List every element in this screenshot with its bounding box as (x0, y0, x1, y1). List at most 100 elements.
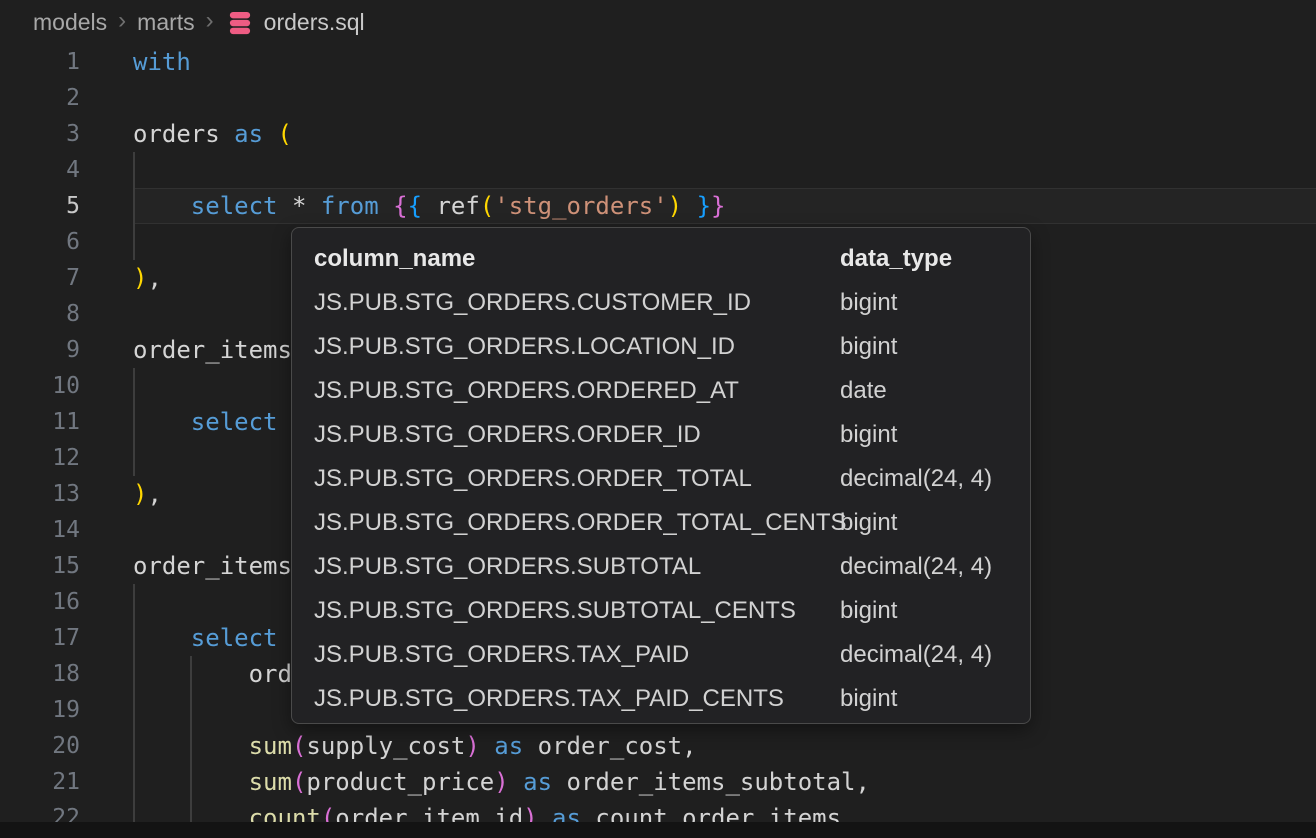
line-number[interactable]: 9 (0, 332, 80, 368)
popup-table-body: JS.PUB.STG_ORDERS.CUSTOMER_IDbigintJS.PU… (292, 281, 1030, 721)
code-token: 'stg_orders' (494, 192, 667, 220)
code-token: order_items (133, 336, 292, 364)
code-token: orders (133, 120, 220, 148)
code-line[interactable]: ), (133, 476, 162, 512)
table-row: JS.PUB.STG_ORDERS.TAX_PAIDdecimal(24, 4) (292, 633, 1030, 677)
data-type-cell: decimal(24, 4) (840, 633, 1030, 677)
code-token (263, 120, 277, 148)
code-token: ) (133, 264, 147, 292)
code-line[interactable]: sum(product_price) as order_items_subtot… (133, 764, 870, 800)
code-token (509, 768, 523, 796)
code-token: , (856, 768, 870, 796)
code-token (133, 192, 191, 220)
line-number[interactable]: 3 (0, 116, 80, 152)
line-number[interactable]: 15 (0, 548, 80, 584)
code-line[interactable]: sum(supply_cost) as order_cost, (133, 728, 697, 764)
table-row: JS.PUB.STG_ORDERS.TAX_PAID_CENTSbigint (292, 677, 1030, 721)
column-name-cell: JS.PUB.STG_ORDERS.CUSTOMER_ID (314, 281, 840, 325)
column-info-popup: column_name data_type JS.PUB.STG_ORDERS.… (291, 227, 1031, 724)
code-token: ) (668, 192, 682, 220)
line-number[interactable]: 13 (0, 476, 80, 512)
code-token: order_items (133, 552, 292, 580)
code-token (133, 408, 191, 436)
code-token: , (147, 264, 161, 292)
line-number[interactable]: 19 (0, 692, 80, 728)
code-line[interactable]: ), (133, 260, 162, 296)
data-type-header: data_type (840, 237, 1030, 281)
code-line[interactable]: select (133, 404, 278, 440)
data-type-cell: bigint (840, 281, 1030, 325)
code-token: select (191, 624, 278, 652)
column-name-cell: JS.PUB.STG_ORDERS.ORDER_TOTAL_CENTS (314, 501, 840, 545)
code-token: product_price (306, 768, 494, 796)
popup-table-header: column_name data_type (292, 237, 1030, 281)
code-token: , (147, 480, 161, 508)
code-token (133, 624, 191, 652)
table-row: JS.PUB.STG_ORDERS.ORDERED_ATdate (292, 369, 1030, 413)
indent-guide (133, 584, 135, 822)
breadcrumb-item-models[interactable]: models (33, 9, 107, 36)
table-row: JS.PUB.STG_ORDERS.SUBTOTAL_CENTSbigint (292, 589, 1030, 633)
line-number[interactable]: 12 (0, 440, 80, 476)
code-token: as (494, 732, 523, 760)
breadcrumb-item-file[interactable]: orders.sql (264, 9, 365, 36)
code-token (379, 192, 393, 220)
code-token: ( (292, 732, 306, 760)
table-row: JS.PUB.STG_ORDERS.CUSTOMER_IDbigint (292, 281, 1030, 325)
code-line[interactable]: select (133, 620, 278, 656)
line-number[interactable]: 2 (0, 80, 80, 116)
code-line[interactable]: with (133, 44, 191, 80)
line-number[interactable]: 17 (0, 620, 80, 656)
table-row: JS.PUB.STG_ORDERS.SUBTOTALdecimal(24, 4) (292, 545, 1030, 589)
line-number[interactable]: 11 (0, 404, 80, 440)
code-token (278, 192, 292, 220)
code-token (220, 120, 234, 148)
line-number[interactable]: 16 (0, 584, 80, 620)
line-number[interactable]: 18 (0, 656, 80, 692)
data-type-cell: bigint (840, 325, 1030, 369)
code-line[interactable]: ord (133, 656, 292, 692)
code-token (422, 192, 436, 220)
code-token: ) (494, 768, 508, 796)
code-token (682, 192, 696, 220)
line-number[interactable]: 14 (0, 512, 80, 548)
database-icon (225, 8, 255, 38)
line-number[interactable]: 8 (0, 296, 80, 332)
code-token: with (133, 48, 191, 76)
line-number[interactable]: 21 (0, 764, 80, 800)
line-number[interactable]: 6 (0, 224, 80, 260)
code-line[interactable]: orders as ( (133, 116, 292, 152)
line-number[interactable]: 20 (0, 728, 80, 764)
line-number[interactable]: 10 (0, 368, 80, 404)
editor-window: models › marts › orders.sql 123456789101… (0, 0, 1316, 838)
breadcrumb-item-marts[interactable]: marts (137, 9, 195, 36)
code-token: sum (249, 732, 292, 760)
code-line[interactable]: select * from {{ ref('stg_orders') }} (133, 188, 725, 224)
indent-guide (133, 368, 135, 476)
column-name-cell: JS.PUB.STG_ORDERS.SUBTOTAL_CENTS (314, 589, 840, 633)
code-line[interactable]: order_items (133, 332, 292, 368)
chevron-right-icon: › (107, 7, 137, 35)
code-token: } (711, 192, 725, 220)
line-number[interactable]: 7 (0, 260, 80, 296)
table-row: JS.PUB.STG_ORDERS.ORDER_TOTALdecimal(24,… (292, 457, 1030, 501)
data-type-cell: bigint (840, 677, 1030, 721)
column-name-cell: JS.PUB.STG_ORDERS.TAX_PAID (314, 633, 840, 677)
code-token: * (292, 192, 306, 220)
line-number[interactable]: 4 (0, 152, 80, 188)
line-number[interactable]: 1 (0, 44, 80, 80)
table-row: JS.PUB.STG_ORDERS.ORDER_IDbigint (292, 413, 1030, 457)
code-line[interactable]: order_items (133, 548, 292, 584)
code-token (552, 768, 566, 796)
code-token: supply_cost (306, 732, 465, 760)
column-name-cell: JS.PUB.STG_ORDERS.ORDER_TOTAL (314, 457, 840, 501)
code-token (306, 192, 320, 220)
code-token: { (408, 192, 422, 220)
code-token: order_items_subtotal (567, 768, 856, 796)
code-token: ( (480, 192, 494, 220)
line-number[interactable]: 5 (0, 188, 80, 224)
code-token: } (697, 192, 711, 220)
code-token (523, 732, 537, 760)
chevron-right-icon: › (195, 7, 225, 35)
data-type-cell: bigint (840, 413, 1030, 457)
